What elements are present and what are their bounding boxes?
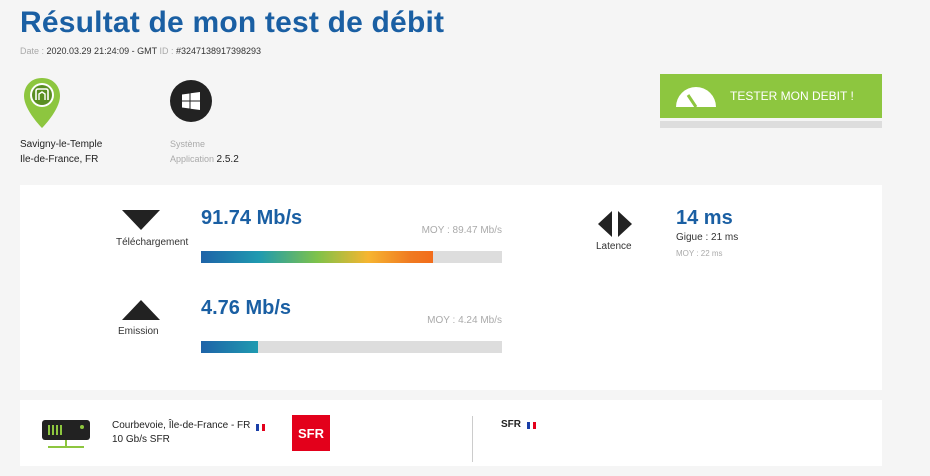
server-capacity: 10 Gb/s SFR <box>112 434 170 445</box>
download-speed: 91.74 Mb/s <box>201 207 303 229</box>
server-details: Courbevoie, Île-de-France - FR 10 Gb/s S… <box>112 419 266 447</box>
upload-bar <box>201 341 502 353</box>
location-region: Ile-de-France, FR <box>20 154 99 165</box>
latency-value: 14 ms <box>676 207 733 229</box>
upload-average: MOY : 4.24 Mb/s <box>427 315 502 326</box>
download-bar <box>201 251 502 263</box>
france-flag-icon <box>256 422 266 431</box>
latency-average: MOY : 22 ms <box>676 249 723 258</box>
upload-speed: 4.76 Mb/s <box>201 297 292 319</box>
server-location: Courbevoie, Île-de-France - FR <box>112 420 251 431</box>
sfr-logo: SFR <box>292 415 330 451</box>
test-meta: Date : 2020.03.29 21:24:09 - GMT ID : #3… <box>20 46 261 56</box>
download-average: MOY : 89.47 Mb/s <box>421 225 502 236</box>
test-speed-label: TESTER MON DEBIT ! <box>730 89 854 103</box>
upload-label: Emission <box>118 326 159 337</box>
system-info: Système Application 2.5.2 <box>170 137 239 167</box>
date-label: Date : <box>20 46 47 56</box>
location-city: Savigny-le-Temple <box>20 139 103 150</box>
page-title: Résultat de mon test de débit <box>20 6 445 39</box>
date-value: 2020.03.29 21:24:09 - GMT <box>46 46 157 56</box>
download-arrow-icon <box>122 210 160 230</box>
server-divider <box>472 416 473 462</box>
download-bar-fill <box>201 251 433 263</box>
jitter-value: Gigue : 21 ms <box>676 232 739 243</box>
test-speed-button[interactable]: TESTER MON DEBIT ! <box>660 74 882 118</box>
upload-bar-fill <box>201 341 259 353</box>
isp-name: SFR <box>501 419 521 430</box>
id-value: #3247138917398293 <box>175 46 262 56</box>
latency-label: Latence <box>596 241 632 252</box>
test-button-shadow <box>660 121 882 128</box>
sfr-logo-text: SFR <box>298 425 324 441</box>
latency-arrows-icon <box>598 211 632 237</box>
upload-arrow-icon <box>122 300 160 320</box>
app-label: Application <box>170 154 217 164</box>
location-pin-icon <box>24 78 60 128</box>
windows-icon <box>170 80 212 122</box>
id-label: ID : <box>156 46 176 56</box>
app-version: 2.5.2 <box>216 154 239 165</box>
location-text: Savigny-le-Temple Ile-de-France, FR <box>20 137 102 167</box>
server-icon <box>42 420 90 448</box>
speedometer-icon <box>676 87 716 108</box>
isp-info: SFR <box>501 419 536 430</box>
france-flag-icon <box>526 421 536 429</box>
download-label: Téléchargement <box>116 237 189 248</box>
system-label: Système <box>170 139 206 149</box>
